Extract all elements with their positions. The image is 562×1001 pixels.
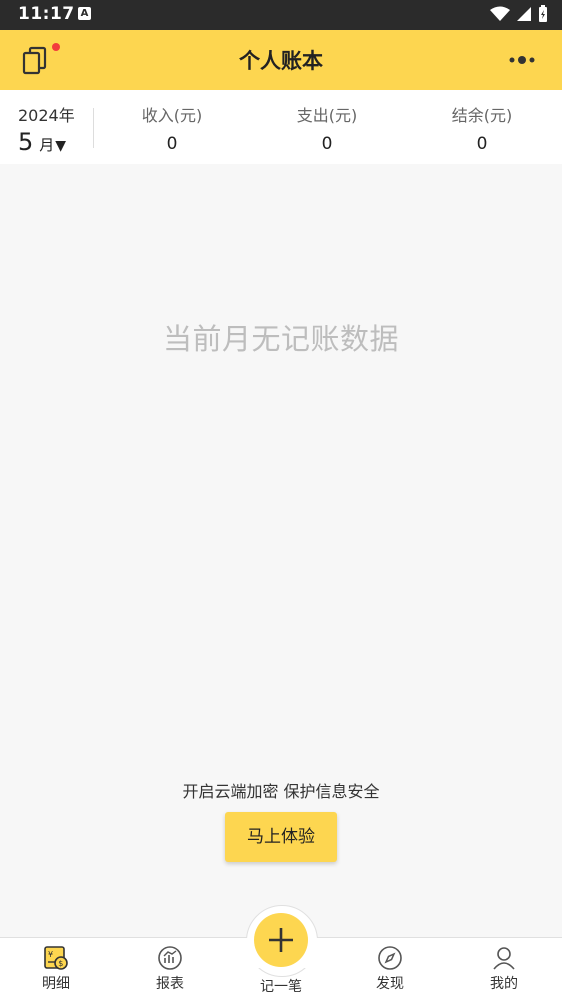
expense-stat: 支出(元) 0	[267, 102, 387, 154]
try-now-button[interactable]: 马上体验	[225, 812, 337, 862]
svg-text:¥: ¥	[48, 950, 53, 959]
expense-value: 0	[321, 134, 333, 154]
cloud-promo-text: 开启云端加密 保护信息安全	[182, 782, 380, 801]
compass-icon	[378, 946, 402, 970]
more-icon[interactable]	[508, 50, 538, 70]
chart-icon	[158, 946, 182, 970]
tab-add-record-label[interactable]: 记一笔	[241, 976, 321, 996]
tab-details[interactable]: ¥ $ 明细	[16, 945, 96, 993]
empty-state-message: 当前月无记账数据	[162, 322, 399, 356]
income-label: 收入(元)	[141, 106, 203, 125]
month-number: 5	[18, 128, 34, 156]
tab-me[interactable]: 我的	[464, 945, 544, 993]
status-icons	[490, 5, 548, 23]
notification-badge: A	[78, 7, 91, 20]
add-record-button[interactable]	[254, 913, 308, 967]
tab-label: 报表	[156, 976, 184, 992]
divider	[93, 108, 94, 148]
svg-text:$: $	[58, 959, 63, 968]
status-time: 11:17	[18, 4, 75, 24]
page-title: 个人账本	[239, 49, 323, 73]
tab-label: 明细	[42, 976, 70, 992]
caret-down-icon: ▼	[55, 138, 67, 154]
person-icon	[493, 947, 515, 970]
income-stat: 收入(元) 0	[112, 102, 232, 154]
plus-icon	[269, 928, 293, 952]
tab-discover[interactable]: 发现	[350, 945, 430, 993]
tab-label: 发现	[376, 976, 404, 992]
wifi-icon	[490, 6, 510, 21]
app-bar: 个人账本	[0, 30, 562, 90]
balance-stat: 结余(元) 0	[422, 102, 542, 154]
month-unit: 月	[39, 136, 55, 154]
tab-reports[interactable]: 报表	[130, 945, 210, 993]
balance-label: 结余(元)	[451, 106, 513, 125]
summary-panel: 2024年 5 月 ▼ 收入(元) 0 支出(元) 0 结余(元) 0	[0, 90, 562, 164]
status-bar: 11:17 A	[0, 0, 562, 30]
expense-label: 支出(元)	[296, 106, 358, 125]
year-label: 2024年	[18, 106, 75, 125]
battery-charging-icon	[539, 5, 547, 22]
signal-icon	[517, 7, 531, 21]
ledger-icon: ¥ $	[44, 946, 68, 970]
balance-value: 0	[476, 134, 488, 154]
tab-label: 我的	[490, 976, 518, 992]
month-selector[interactable]: 5 月 ▼	[18, 128, 66, 156]
income-value: 0	[166, 134, 178, 154]
